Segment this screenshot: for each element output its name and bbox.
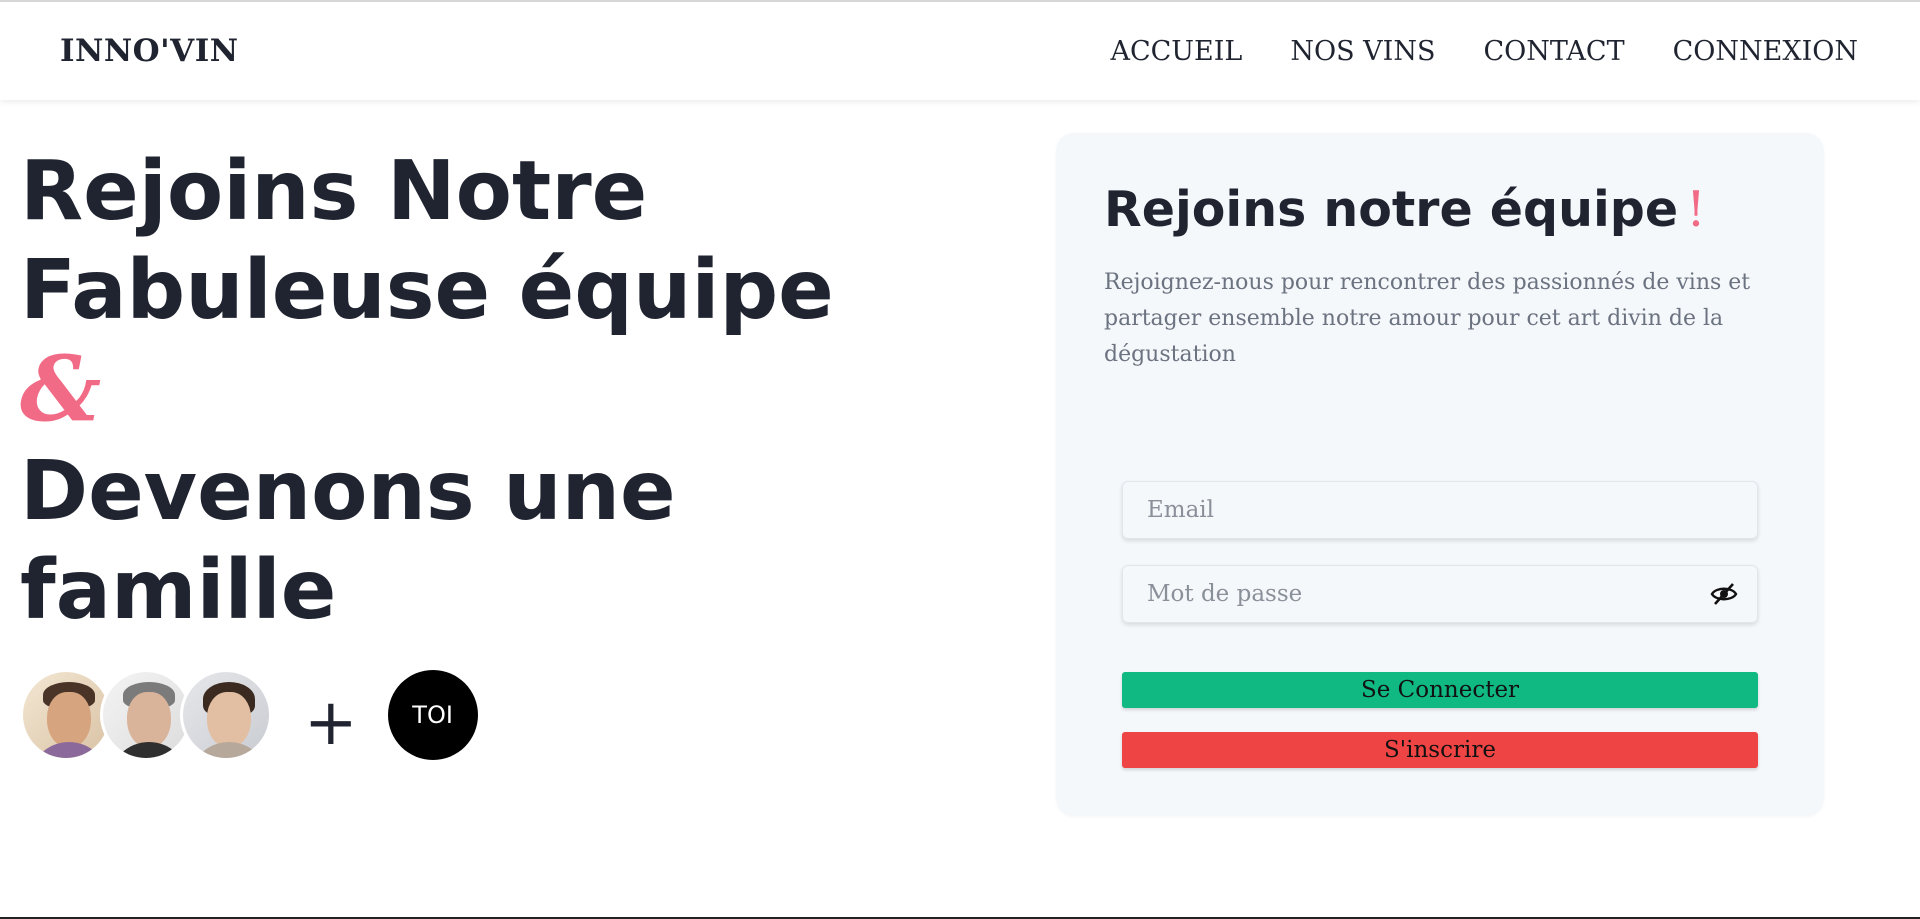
join-card: Rejoins notre équipe! Rejoignez-nous pou… [1056,133,1824,816]
hero-title: Rejoins Notre Fabuleuse équipe & Devenon… [20,142,900,640]
hero-line-3: Devenons une [20,444,676,539]
hero-line-1: Rejoins Notre [20,144,648,239]
login-button[interactable]: Se Connecter [1122,672,1758,708]
toi-badge: TOI [387,670,478,760]
exclamation-accent: ! [1686,181,1706,238]
hero-line-4: famille [20,543,337,638]
plus-sign: + [304,686,358,760]
signup-button[interactable]: S'inscrire [1122,732,1758,768]
password-field[interactable] [1122,565,1758,623]
brand-logo[interactable]: INNO'VIN [60,33,239,69]
eye-slash-icon[interactable] [1710,582,1738,606]
card-title: Rejoins notre équipe! [1104,181,1706,238]
avatar-man-smiling [20,669,112,761]
ampersand-accent: & [20,336,102,442]
nav-link-connexion[interactable]: CONNEXION [1673,36,1858,67]
nav-link-nos-vins[interactable]: NOS VINS [1290,36,1435,67]
navbar: INNO'VIN ACCUEIL NOS VINS CONTACT CONNEX… [0,2,1920,100]
team-avatars: + TOI [20,669,478,761]
avatar-man-gray-hair [100,669,192,761]
page: INNO'VIN ACCUEIL NOS VINS CONTACT CONNEX… [0,0,1920,919]
hero-line-2: Fabuleuse équipe [20,243,834,338]
main-nav: ACCUEIL NOS VINS CONTACT CONNEXION [1110,36,1860,67]
nav-link-accueil[interactable]: ACCUEIL [1110,36,1242,67]
avatar-man-curly-hair [180,669,272,761]
card-title-text: Rejoins notre équipe [1104,181,1679,238]
card-description: Rejoignez-nous pour rencontrer des passi… [1104,270,1751,367]
email-field[interactable] [1122,481,1758,539]
nav-link-contact[interactable]: CONTACT [1483,36,1624,67]
